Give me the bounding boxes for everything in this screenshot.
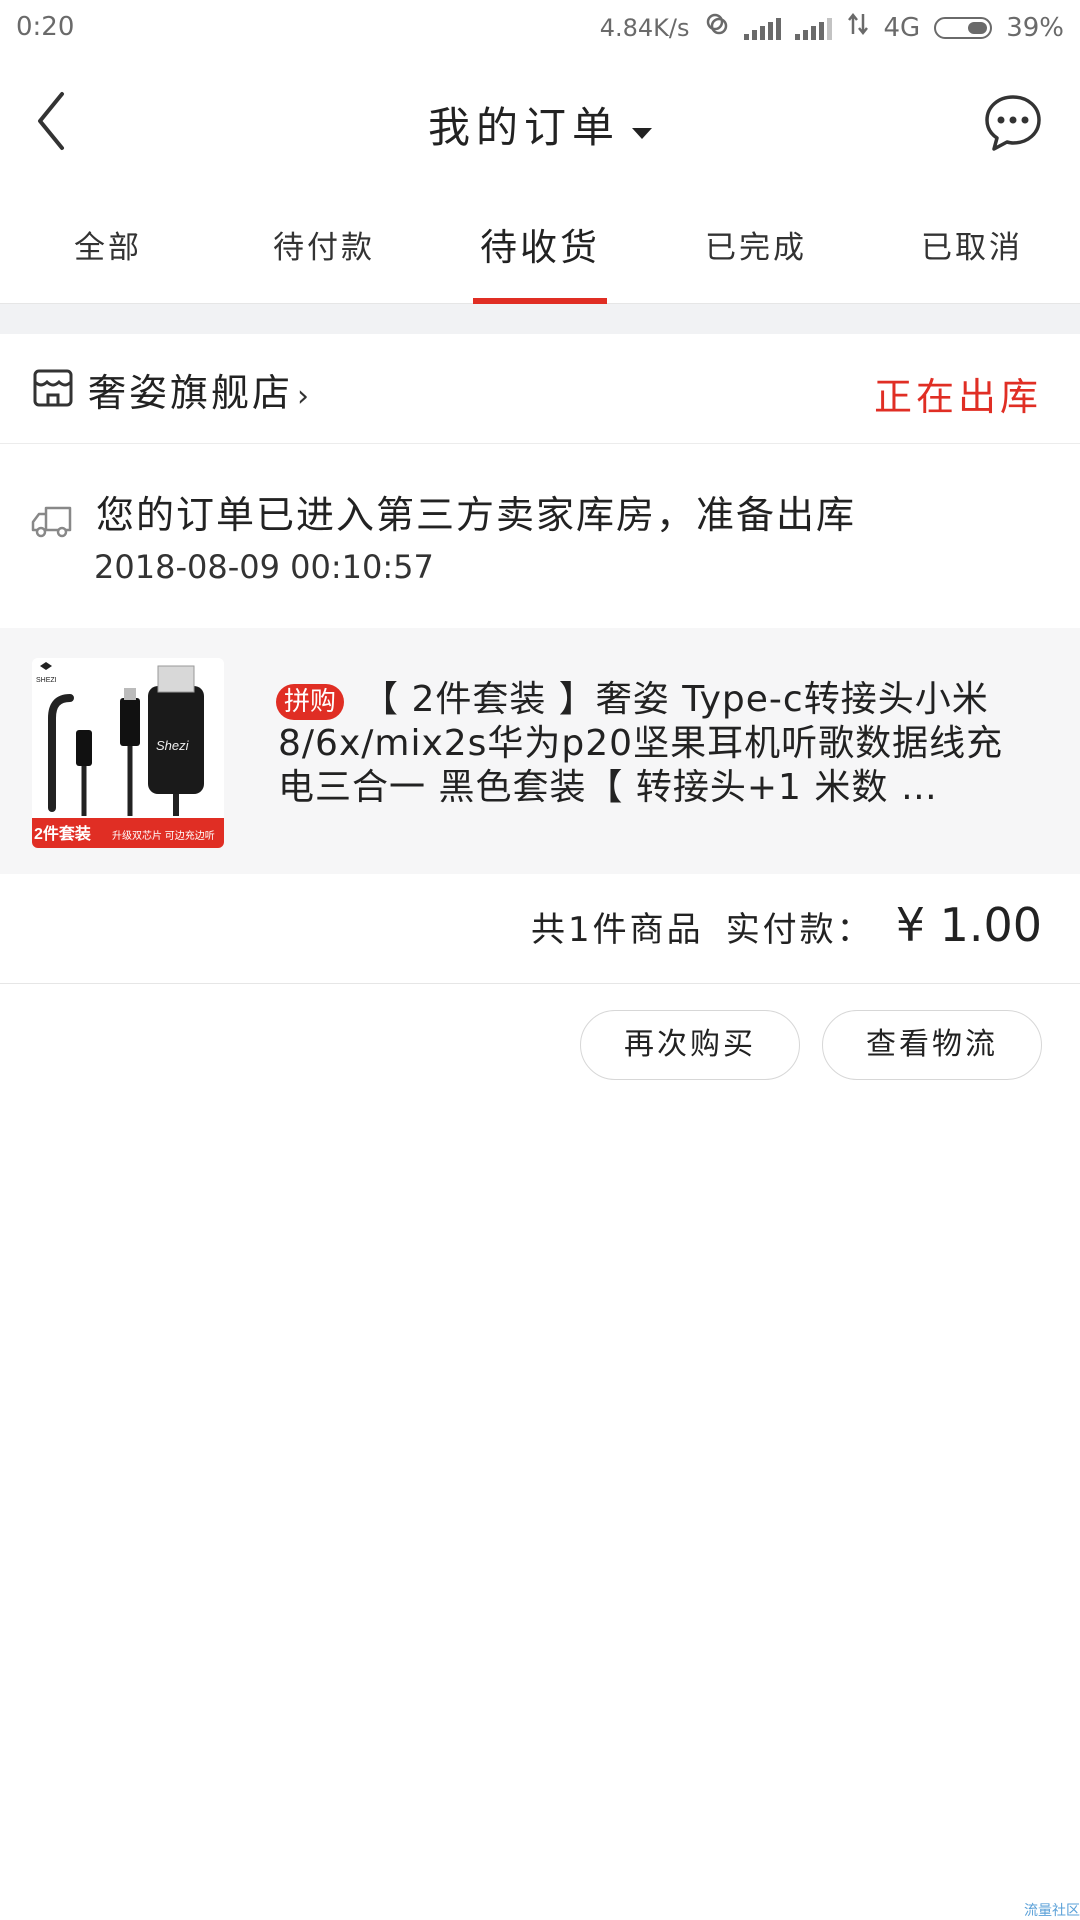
logistics-timestamp: 2018-08-09 00:10:57 (94, 548, 434, 586)
order-actions: 再次购买 查看物流 (580, 1010, 1042, 1080)
section-divider (0, 304, 1080, 334)
store-name[interactable]: 奢姿旗舰店 › (88, 362, 312, 417)
thumb-badge: 2件套装 升级双芯片 可边充边听 (32, 818, 224, 848)
paid-label: 实付款： (725, 910, 874, 950)
chat-bubble-icon (985, 95, 1041, 151)
tab-pending-receipt[interactable]: 待收货 (432, 200, 648, 304)
truck-icon (30, 500, 76, 540)
order-status: 正在出库 (873, 375, 1042, 419)
product-thumbnail[interactable]: SHEZI Shezi 2件套装 升级双芯片 可边充边听 (32, 658, 224, 848)
svg-text:Shezi: Shezi (156, 738, 190, 753)
caret-down-icon (632, 128, 652, 139)
logistics-row[interactable]: 您的订单已进入第三方卖家库房，准备出库 2018-08-09 00:10:57 (0, 444, 1080, 628)
order-tabs: 全部 待付款 待收货 已完成 已取消 (0, 200, 1080, 304)
status-right: 4.84K/s 4G 39% (600, 12, 1064, 43)
item-count: 共1件商品 (531, 910, 704, 950)
tab-completed[interactable]: 已完成 (648, 200, 864, 303)
network-type: 4G (883, 12, 921, 43)
tab-pending-payment[interactable]: 待付款 (216, 200, 432, 303)
data-arrows-icon (846, 12, 870, 43)
tab-all[interactable]: 全部 (0, 200, 216, 303)
page-title: 我的订单 (427, 103, 620, 152)
chevron-right-icon: › (297, 379, 313, 414)
battery-icon (934, 16, 993, 39)
watermark: 流量社区 (1024, 1903, 1080, 1919)
store-row[interactable]: 奢姿旗舰店 › 正在出库 (0, 334, 1080, 444)
hotspot-icon (704, 12, 730, 43)
view-logistics-button[interactable]: 查看物流 (822, 1010, 1042, 1080)
tab-cancelled[interactable]: 已取消 (864, 200, 1080, 303)
thumb-brand: SHEZI (36, 677, 57, 684)
page: 0:20 4.84K/s 4G 39% 我的订单 全部 待付款 待收货 已完成 … (0, 0, 1080, 1920)
signal-icon (794, 16, 832, 40)
signal-icon (743, 16, 781, 40)
logistics-message: 您的订单已进入第三方卖家库房，准备出库 (96, 493, 857, 537)
status-bar: 0:20 4.84K/s 4G 39% (0, 0, 1080, 56)
status-time: 0:20 (16, 12, 75, 42)
store-icon (32, 368, 74, 408)
product-title: 【 2件套装 】奢姿 Type-c转接头小米8/6x/mix2s华为p20坚果耳… (278, 679, 1004, 808)
product-card[interactable]: SHEZI Shezi 2件套装 升级双芯片 可边充边听 拼购 【 2件套装 】… (0, 628, 1080, 874)
network-speed: 4.84K/s (599, 13, 690, 42)
title-dropdown[interactable]: 我的订单 (0, 94, 1080, 155)
battery-percent: 39% (1006, 12, 1064, 43)
order-summary: 共1件商品 实付款： ¥ 1.00 (0, 874, 1080, 984)
paid-amount: ¥ 1.00 (895, 898, 1042, 952)
buy-again-button[interactable]: 再次购买 (580, 1010, 800, 1080)
header: 我的订单 (0, 56, 1080, 186)
chat-button[interactable] (982, 92, 1044, 154)
